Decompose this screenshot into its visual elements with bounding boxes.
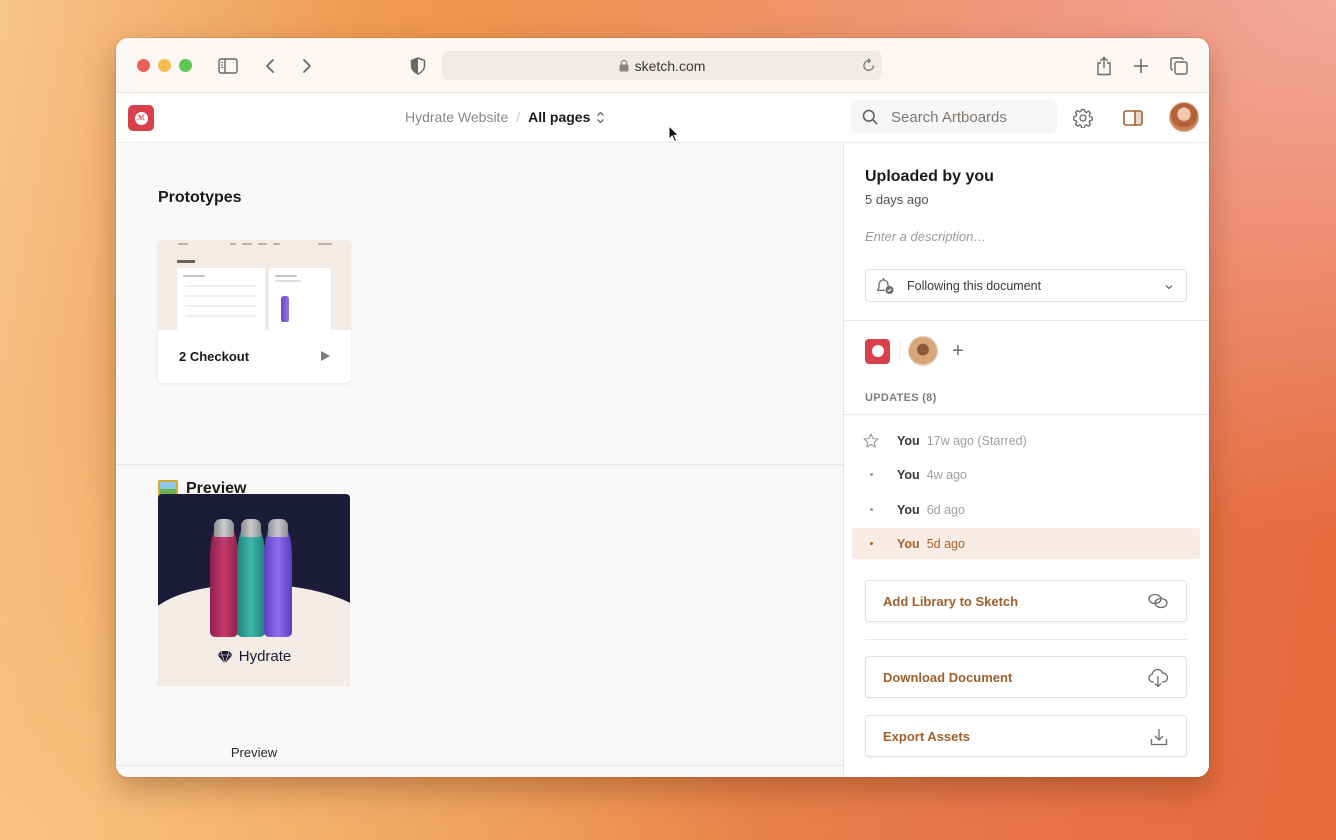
url-text: sketch.com — [634, 57, 706, 74]
update-author: You — [897, 502, 920, 517]
update-author: You — [897, 536, 920, 551]
bell-check-icon — [875, 277, 895, 295]
update-row-selected[interactable]: You 5d ago — [852, 528, 1200, 559]
add-member-icon[interactable]: + — [952, 341, 964, 361]
lock-icon — [619, 59, 629, 72]
star-icon[interactable] — [852, 433, 890, 448]
page-selector[interactable]: All pages — [528, 109, 590, 125]
search-icon — [862, 109, 878, 125]
add-library-label: Add Library to Sketch — [883, 593, 1019, 609]
minimize-window-button[interactable] — [158, 59, 171, 72]
browser-window: sketch.com ℳ Hydrate Website / All pages — [116, 38, 1209, 777]
update-row[interactable]: You 6d ago — [852, 494, 1200, 525]
actions-divider — [865, 639, 1187, 640]
link-icon — [1147, 592, 1169, 610]
section-divider — [116, 765, 844, 766]
update-time: 5d ago — [926, 536, 965, 551]
updates-header: UPDATES (8) — [865, 392, 937, 404]
sidebar-divider — [844, 320, 1209, 321]
add-library-button[interactable]: Add Library to Sketch — [865, 580, 1187, 622]
privacy-shield-icon[interactable] — [406, 54, 430, 78]
user-avatar[interactable] — [1169, 102, 1199, 132]
update-row[interactable]: You 4w ago — [852, 459, 1200, 490]
sidebar-divider — [844, 414, 1209, 415]
bullet-icon — [852, 542, 890, 545]
close-window-button[interactable] — [137, 59, 150, 72]
sidebar-toggle-icon[interactable] — [216, 54, 240, 78]
mouse-pointer — [668, 124, 680, 148]
workspace-logo[interactable]: ℳ — [128, 105, 154, 131]
artboard-thumbnail-preview[interactable]: Hydrate — [158, 494, 350, 686]
update-time: 6d ago — [926, 502, 965, 517]
bullet-icon — [852, 473, 890, 476]
bottle-image — [237, 519, 265, 637]
play-icon[interactable] — [321, 351, 330, 361]
breadcrumb-separator: / — [516, 109, 521, 125]
update-author: You — [897, 433, 920, 448]
breadcrumb: Hydrate Website / All pages — [405, 109, 605, 125]
share-icon[interactable] — [1092, 54, 1116, 78]
document-pages-area: Prototypes 2 Checkout Preview Hydrate Pr… — [116, 144, 844, 777]
uploaded-by-title: Uploaded by you — [865, 168, 994, 185]
update-author: You — [897, 467, 920, 482]
chevron-up-down-icon[interactable] — [596, 111, 605, 124]
workspace-logo-icon: ℳ — [134, 111, 148, 125]
prototype-card[interactable]: 2 Checkout — [158, 240, 351, 383]
artboard-name: Preview — [230, 745, 278, 760]
breadcrumb-project[interactable]: Hydrate Website — [405, 109, 508, 125]
update-row[interactable]: You 17w ago (Starred) — [852, 425, 1200, 456]
new-tab-icon[interactable] — [1129, 54, 1153, 78]
reload-icon[interactable] — [862, 57, 876, 76]
brand-name: Hydrate — [238, 648, 292, 665]
follow-status-label: Following this document — [907, 278, 1042, 293]
update-time: 17w ago (Starred) — [926, 433, 1027, 448]
member-avatar[interactable] — [908, 336, 938, 366]
document-members: + — [865, 336, 964, 366]
forward-icon[interactable] — [295, 54, 319, 78]
back-icon[interactable] — [258, 54, 282, 78]
export-assets-label: Export Assets — [883, 728, 970, 744]
search-placeholder: Search Artboards — [891, 108, 1007, 126]
uploaded-time: 5 days ago — [865, 192, 929, 207]
section-title-prototypes: Prototypes — [158, 189, 242, 206]
download-icon — [1149, 727, 1169, 747]
bottle-image — [210, 519, 238, 637]
document-info-sidebar: Uploaded by you 5 days ago Enter a descr… — [844, 144, 1209, 777]
gear-icon[interactable] — [1070, 105, 1096, 131]
follow-document-dropdown[interactable]: Following this document — [865, 269, 1187, 302]
workspace-member-logo[interactable] — [865, 338, 890, 364]
search-artboards-input[interactable]: Search Artboards — [850, 100, 1057, 134]
prototype-thumbnail — [158, 240, 351, 330]
section-divider — [116, 464, 844, 465]
diamond-logo-icon — [217, 650, 233, 664]
download-document-label: Download Document — [883, 669, 1013, 685]
update-time: 4w ago — [926, 467, 967, 482]
export-assets-button[interactable]: Export Assets — [865, 715, 1187, 757]
description-input[interactable]: Enter a description… — [865, 229, 986, 244]
address-bar[interactable]: sketch.com — [442, 51, 882, 80]
zoom-window-button[interactable] — [179, 59, 192, 72]
browser-toolbar: sketch.com — [116, 38, 1209, 93]
tabs-overview-icon[interactable] — [1167, 54, 1191, 78]
toggle-sidebar-panel-icon[interactable] — [1120, 105, 1146, 131]
app-header: ℳ Hydrate Website / All pages Search Art… — [116, 93, 1209, 143]
bottle-image — [264, 519, 292, 637]
download-document-button[interactable]: Download Document — [865, 656, 1187, 698]
chevron-down-icon — [1164, 280, 1174, 294]
bullet-icon — [852, 508, 890, 511]
cloud-download-icon — [1147, 668, 1169, 688]
prototype-name: 2 Checkout — [179, 349, 250, 364]
